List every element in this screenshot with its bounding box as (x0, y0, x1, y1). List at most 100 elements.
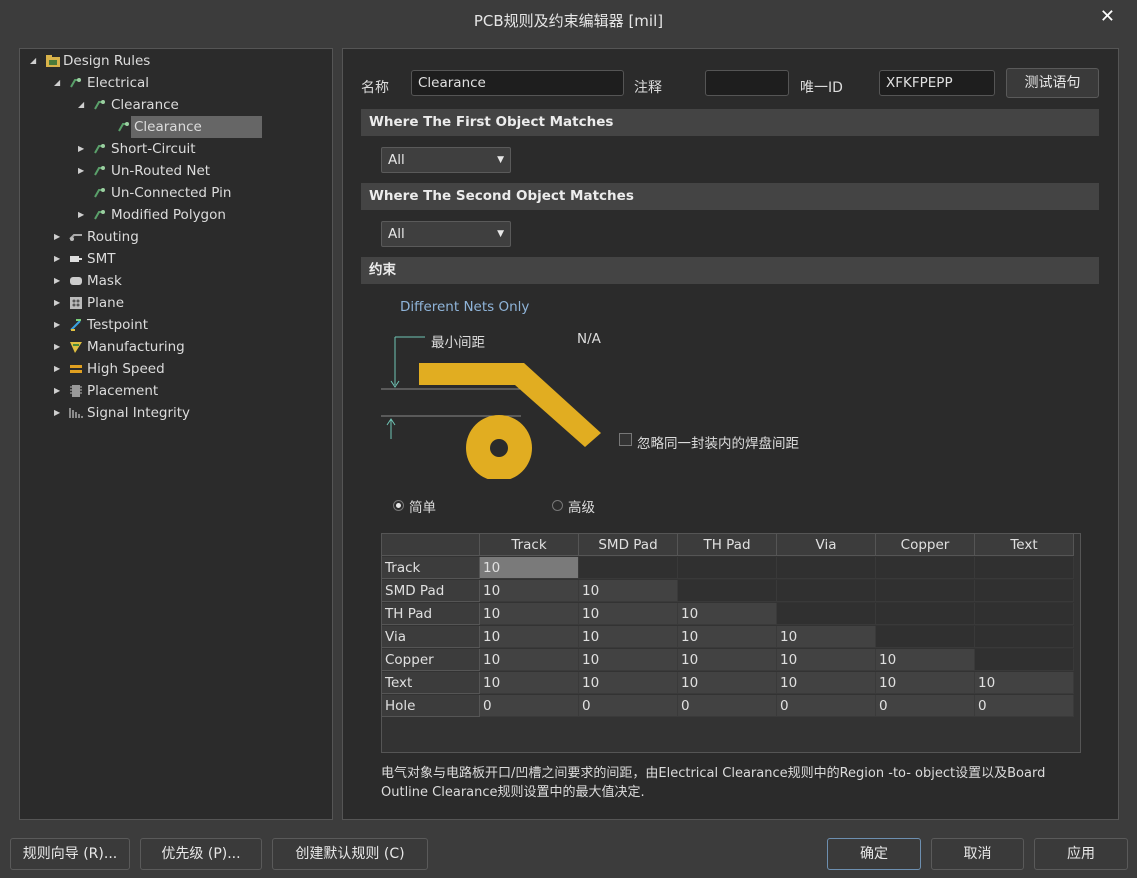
matrix-cell[interactable]: 10 (579, 626, 678, 648)
tree-item-smt[interactable]: ▶ SMT (20, 248, 330, 270)
tree-item-electrical[interactable]: ◢ Electrical (20, 72, 330, 94)
matrix-cell[interactable]: 10 (480, 580, 579, 602)
matrix-cell[interactable]: 10 (975, 672, 1074, 694)
simple-mode-radio[interactable] (393, 500, 404, 511)
matrix-cell[interactable]: 10 (480, 603, 579, 625)
matrix-cell[interactable]: 10 (480, 672, 579, 694)
matrix-cell[interactable]: 10 (579, 580, 678, 602)
matrix-cell[interactable]: 10 (777, 649, 876, 671)
tree-label: Manufacturing (87, 339, 185, 355)
second-object-header: Where The Second Object Matches (361, 183, 1099, 210)
matrix-cell (876, 580, 975, 602)
create-default-rules-button[interactable]: 创建默认规则 (C) (272, 838, 428, 870)
comment-field[interactable] (705, 70, 789, 96)
first-object-dropdown[interactable]: All ▼ (381, 147, 511, 173)
ignore-pad-checkbox[interactable] (619, 433, 632, 446)
matrix-row-header: SMD Pad (382, 580, 480, 602)
matrix-cell (777, 557, 876, 579)
matrix-cell[interactable]: 10 (678, 626, 777, 648)
tree-label: Routing (87, 229, 139, 245)
tree-item-placement[interactable]: ▶ Placement (20, 380, 330, 402)
matrix-cell[interactable]: 10 (678, 672, 777, 694)
manufacturing-icon (70, 342, 82, 353)
min-clearance-value[interactable]: N/A (577, 331, 601, 347)
name-label: 名称 (361, 80, 389, 96)
tree-item-clearance-group[interactable]: ◢ Clearance (20, 94, 330, 116)
matrix-column-header: Text (975, 534, 1074, 556)
tree-item-clearance-rule[interactable]: Clearance (20, 116, 330, 138)
priorities-button[interactable]: 优先级 (P)... (140, 838, 262, 870)
matrix-column-header: SMD Pad (579, 534, 678, 556)
cancel-button[interactable]: 取消 (931, 838, 1024, 870)
matrix-cell[interactable]: 10 (777, 672, 876, 694)
matrix-cell[interactable]: 0 (975, 695, 1074, 717)
title-bar: PCB规则及约束编辑器 [mil] ✕ (0, 0, 1137, 38)
rule-wizard-button[interactable]: 规则向导 (R)... (10, 838, 130, 870)
matrix-cell[interactable]: 10 (777, 626, 876, 648)
apply-button[interactable]: 应用 (1034, 838, 1128, 870)
tree-label: SMT (87, 251, 116, 267)
matrix-cell[interactable]: 0 (579, 695, 678, 717)
unique-id-field[interactable]: XFKFPEPP (879, 70, 995, 96)
tree-item-plane[interactable]: ▶ Plane (20, 292, 330, 314)
matrix-cell[interactable]: 0 (777, 695, 876, 717)
close-icon[interactable]: ✕ (1100, 6, 1115, 27)
dropdown-value: All (388, 152, 405, 168)
matrix-row-header: Hole (382, 695, 480, 717)
tree-item-manufacturing[interactable]: ▶ Manufacturing (20, 336, 330, 358)
tree-item-signal-integrity[interactable]: ▶ Signal Integrity (20, 402, 330, 424)
advanced-mode-label: 高级 (568, 500, 595, 516)
tree-label: Plane (87, 295, 125, 311)
tree-label: Testpoint (87, 317, 149, 333)
tree-label: Clearance (111, 97, 179, 113)
matrix-cell[interactable]: 10 (678, 603, 777, 625)
tree-label: Design Rules (63, 53, 151, 69)
matrix-row-header: TH Pad (382, 603, 480, 625)
tree-item-design-rules[interactable]: ◢ Design Rules (20, 50, 330, 72)
tree-item-modified-polygon[interactable]: ▶ Modified Polygon (20, 204, 330, 226)
matrix-row-header: Copper (382, 649, 480, 671)
tree-item-unconnected-pin[interactable]: Un-Connected Pin (20, 182, 330, 204)
matrix-cell[interactable]: 10 (678, 649, 777, 671)
matrix-cell (975, 557, 1074, 579)
matrix-cell[interactable]: 0 (876, 695, 975, 717)
tree-label: Short-Circuit (111, 141, 196, 157)
matrix-column-header: Via (777, 534, 876, 556)
matrix-cell (975, 626, 1074, 648)
smt-icon (70, 256, 82, 262)
matrix-cell[interactable]: 10 (480, 557, 579, 579)
matrix-row-header: Text (382, 672, 480, 694)
advanced-mode-radio[interactable] (552, 500, 563, 511)
tree-item-short-circuit[interactable]: ▶ Short-Circuit (20, 138, 330, 160)
matrix-cell[interactable]: 0 (678, 695, 777, 717)
matrix-cell[interactable]: 10 (579, 603, 678, 625)
tree-item-testpoint[interactable]: ▶ Testpoint (20, 314, 330, 336)
tree-item-routing[interactable]: ▶ Routing (20, 226, 330, 248)
test-query-button[interactable]: 测试语句 (1006, 68, 1099, 98)
matrix-cell[interactable]: 10 (480, 649, 579, 671)
matrix-cell[interactable]: 10 (876, 649, 975, 671)
tree-label: Placement (87, 383, 159, 399)
tree-item-unrouted-net[interactable]: ▶ Un-Routed Net (20, 160, 330, 182)
plane-icon (70, 297, 82, 309)
matrix-cell[interactable]: 10 (876, 672, 975, 694)
tree-label: Electrical (87, 75, 150, 91)
tree-item-high-speed[interactable]: ▶ High Speed (20, 358, 330, 380)
matrix-cell (975, 603, 1074, 625)
tree-item-mask[interactable]: ▶ Mask (20, 270, 330, 292)
ok-button[interactable]: 确定 (827, 838, 921, 870)
testpoint-icon (70, 319, 81, 331)
constraints-header: 约束 (361, 257, 1099, 284)
matrix-cell[interactable]: 10 (480, 626, 579, 648)
net-scope-link[interactable]: Different Nets Only (400, 299, 529, 315)
tree-label: Modified Polygon (111, 207, 226, 223)
rule-icon (94, 100, 105, 110)
matrix-cell[interactable]: 10 (579, 672, 678, 694)
rule-icon (94, 144, 105, 154)
name-field[interactable]: Clearance (411, 70, 624, 96)
matrix-cell (876, 603, 975, 625)
second-object-dropdown[interactable]: All ▼ (381, 221, 511, 247)
matrix-cell[interactable]: 0 (480, 695, 579, 717)
tree-label: Un-Routed Net (111, 163, 211, 179)
matrix-cell[interactable]: 10 (579, 649, 678, 671)
